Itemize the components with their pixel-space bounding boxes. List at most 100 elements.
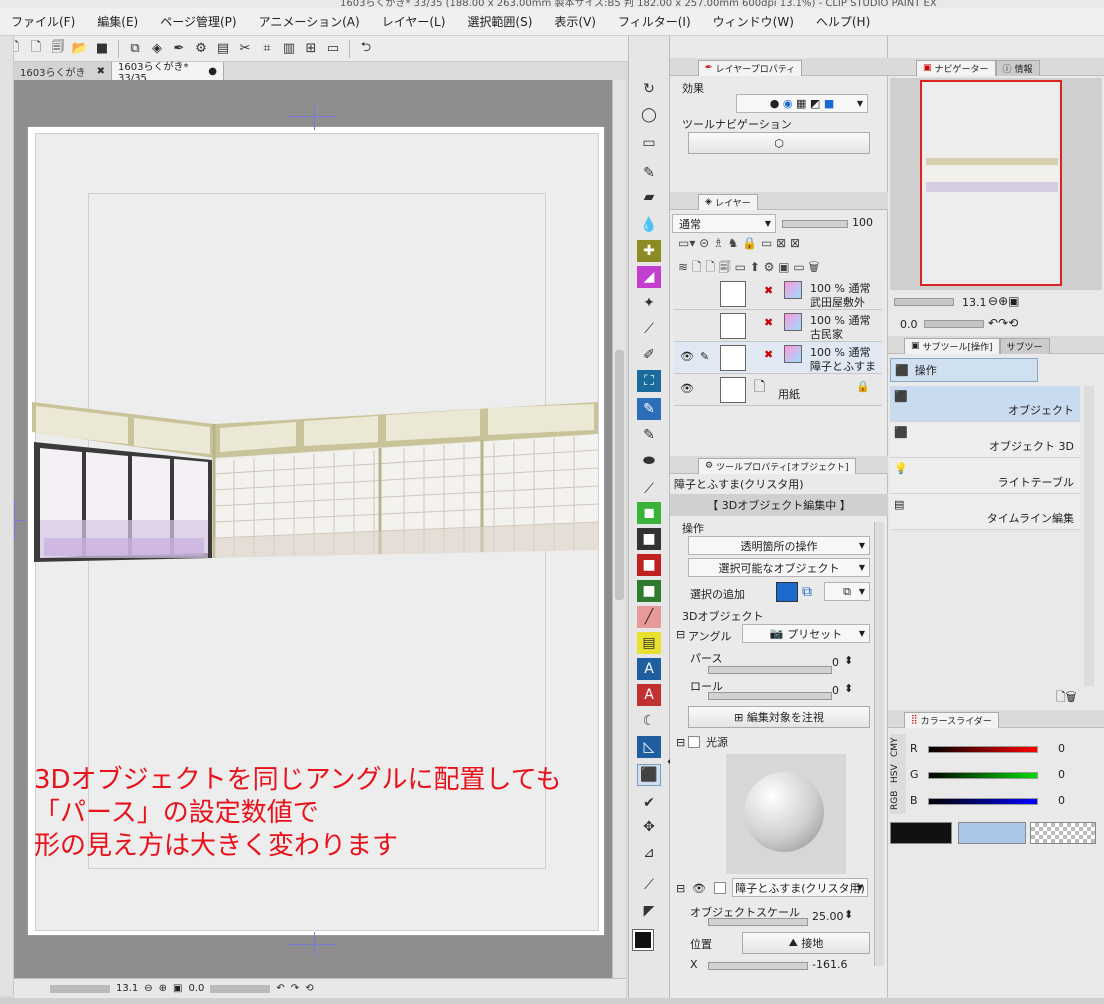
subtool-group-operation[interactable]: ⬛ 操作 [890, 358, 1038, 382]
gradient-icon[interactable]: ◢ [637, 266, 661, 288]
menu-animation[interactable]: アニメーション(A) [248, 13, 371, 30]
tab-tool-property[interactable]: ⚙ ツールプロパティ[オブジェクト] [698, 457, 856, 474]
copy-page-icon[interactable]: 🗐 [48, 39, 68, 59]
transform-icon[interactable]: ⌗ [257, 39, 277, 59]
navigator-preview[interactable] [890, 78, 1102, 290]
selection-add-icon[interactable]: ⧉ [802, 584, 812, 600]
subtool-object[interactable]: ⬛ オブジェクト [890, 386, 1080, 422]
ground-button[interactable]: ⛰ 接地 [742, 932, 870, 954]
light-checkbox[interactable] [688, 736, 700, 748]
transparent-op-dropdown[interactable]: 透明箇所の操作 ▼ [688, 536, 870, 555]
stepper-icon[interactable]: ⬍ [844, 682, 853, 695]
rotate-slider[interactable] [210, 984, 271, 993]
ruler-icon[interactable]: ◺ [637, 736, 661, 758]
transparent-color-chip[interactable] [1030, 822, 1096, 844]
tab-subtool-operation[interactable]: ▣ サブツール[操作] [904, 337, 1000, 354]
eraser-icon[interactable]: ▰ [637, 186, 661, 208]
subtool-scrollbar[interactable] [1084, 386, 1094, 686]
move-icon[interactable]: ✥ [637, 816, 661, 838]
undo-icon[interactable]: ⮌ [356, 39, 376, 59]
eyedropper-icon[interactable]: ✔ [637, 792, 661, 814]
zoom-out-icon[interactable]: ⊖ [144, 983, 152, 994]
close-icon[interactable]: ✖ [97, 66, 105, 77]
operation-icon[interactable]: ⛶ [637, 370, 661, 392]
perspective-slider[interactable] [708, 666, 832, 674]
zoom-slider[interactable] [50, 984, 110, 993]
tool-property-scrollbar[interactable] [874, 522, 884, 966]
color-copy-icon[interactable]: ▤ [213, 39, 233, 59]
menu-file[interactable]: ファイル(F) [0, 13, 86, 30]
text-tool-icon[interactable]: A [637, 658, 661, 680]
r-slider[interactable] [928, 746, 1038, 753]
layer-row-takeda[interactable]: ✖ 100 % 通常 武田屋敷外 [674, 278, 882, 310]
balloon-icon[interactable]: ☾ [637, 710, 661, 732]
object-select-dropdown[interactable]: 障子とふすま(クリスタ用) ▼ [732, 878, 868, 897]
layer-row-shoji[interactable]: 👁 ✎ ✖ 100 % 通常 障子とふすま [674, 342, 882, 374]
sub-color-chip[interactable] [958, 822, 1026, 844]
light-sphere[interactable] [744, 772, 824, 852]
mode-cmy[interactable]: CMY [890, 738, 906, 758]
menu-layer[interactable]: レイヤー(L) [371, 13, 457, 30]
fill-color-icon[interactable]: ◼ [637, 502, 661, 524]
scrollbar-thumb[interactable] [615, 350, 624, 600]
stepper-icon[interactable]: ⬍ [844, 908, 853, 921]
stepper-icon[interactable]: ⬍ [844, 654, 853, 667]
navigator-zoom-slider[interactable] [894, 298, 954, 306]
selection-mode-dropdown[interactable]: ⧉ ▼ [824, 582, 870, 601]
eye-icon[interactable]: 👁 [692, 882, 706, 895]
tab-info[interactable]: ⓘ 情報 [995, 59, 1040, 76]
transform-tool-icon[interactable]: ⊿ [637, 842, 661, 864]
tab-navigator[interactable]: ▣ ナビゲーター [916, 59, 996, 76]
page-manage-icon[interactable]: ⧉ [125, 39, 145, 59]
eye-icon[interactable]: 👁 [680, 350, 694, 363]
subtool-object-3d[interactable]: ⬛ オブジェクト 3D [890, 422, 1080, 458]
subtool-light-table[interactable]: 💡 ライトテーブル [890, 458, 1080, 494]
main-color-swatch[interactable] [632, 929, 654, 951]
layer-row-kominka[interactable]: ✖ 100 % 通常 古民家 [674, 310, 882, 342]
lasso-icon[interactable]: ◯ [637, 104, 661, 126]
zoom-in-icon[interactable]: ⊕ [159, 983, 167, 994]
zoom-in-icon[interactable]: ⊕ [998, 294, 1008, 308]
main-color-chip[interactable] [890, 822, 952, 844]
preset-dropdown[interactable]: 📷 プリセット ▼ [742, 624, 870, 643]
tab-layer-property[interactable]: ✒ レイヤープロパティ [698, 59, 803, 76]
figure-icon[interactable]: ✦ [637, 292, 661, 314]
collapse-icon[interactable]: ⊟ [676, 882, 685, 895]
roll-slider[interactable] [708, 692, 832, 700]
tab-layer[interactable]: ◈ レイヤー [698, 193, 758, 210]
gradient-black-icon[interactable]: ■ [637, 528, 661, 550]
tab-subtool[interactable]: サブツー [999, 337, 1050, 354]
rotate-right-icon[interactable]: ↷ [998, 316, 1008, 330]
correct-line-icon[interactable]: ⟋ [637, 478, 661, 500]
brush-tool-icon[interactable]: ⟋ [637, 874, 661, 896]
tab-1603rakugaki[interactable]: 1603らくがき ✖ [14, 62, 112, 80]
text-red-icon[interactable]: A [637, 684, 661, 706]
frame-icon[interactable]: ▤ [637, 632, 661, 654]
clipboard-icon[interactable]: ▥ [279, 39, 299, 59]
collapse-icon[interactable]: ⊟ [676, 628, 685, 641]
selection-settings-icon[interactable]: ⚙ [191, 39, 211, 59]
layer-stack-icon[interactable]: ◈ [147, 39, 167, 59]
airbrush-icon[interactable]: ✎ [637, 398, 661, 420]
menu-page[interactable]: ページ管理(P) [149, 13, 247, 30]
rotate-right-icon[interactable]: ↷ [291, 983, 299, 994]
selection-new-icon[interactable] [776, 582, 798, 602]
fit-icon[interactable]: ▣ [1008, 294, 1019, 308]
mode-rgb[interactable]: RGB [890, 791, 906, 810]
selectable-object-dropdown[interactable]: 選択可能なオブジェクト ▼ [688, 558, 870, 577]
lock-icon[interactable]: 🔒 [856, 380, 870, 393]
canvas-vertical-scrollbar[interactable] [612, 80, 626, 978]
scale-slider[interactable] [708, 918, 808, 926]
b-slider[interactable] [928, 798, 1038, 805]
delete-icon[interactable]: 🗑 [1066, 690, 1077, 704]
cut-icon[interactable]: ✂ [235, 39, 255, 59]
rotate-view-icon[interactable]: ↻ [637, 78, 661, 100]
object-tool-icon[interactable]: ⬛ [637, 764, 661, 786]
fill-icon[interactable]: ✚ [637, 240, 661, 262]
light-sphere-preview[interactable] [726, 754, 846, 874]
effect-selector[interactable]: ● ◉ ▦ ◩ ■ ▼ [736, 94, 868, 113]
opacity-slider[interactable] [782, 220, 848, 228]
decoration-icon[interactable]: ✎ [637, 424, 661, 446]
navigator-viewport[interactable] [920, 80, 1062, 286]
menu-window[interactable]: ウィンドウ(W) [702, 13, 805, 30]
